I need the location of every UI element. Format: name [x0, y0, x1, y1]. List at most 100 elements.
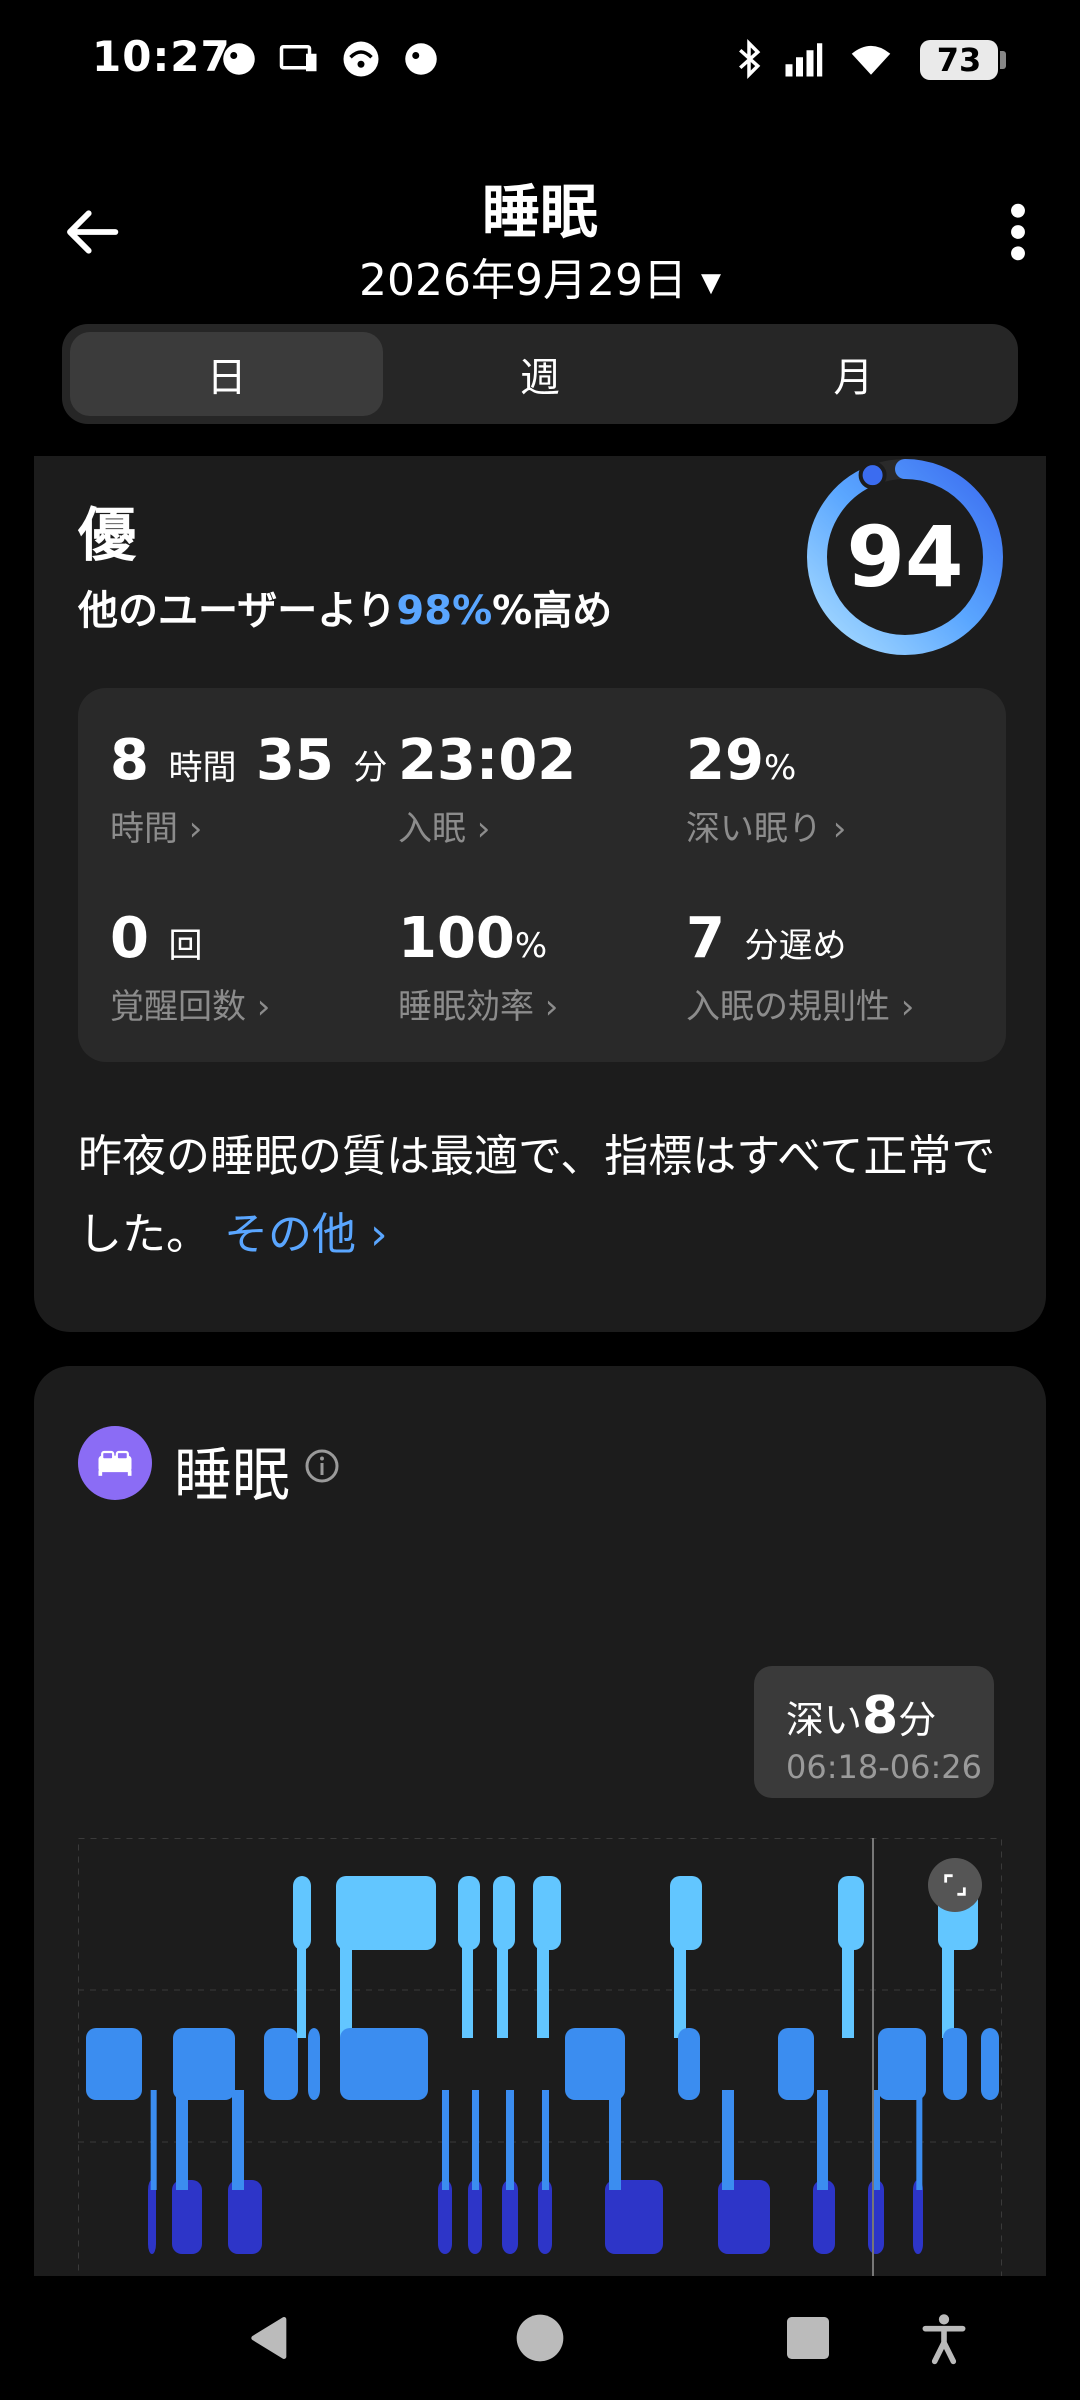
- tooltip-stage-label: 深い: [786, 1698, 863, 1742]
- stage-segment: [438, 2180, 452, 2254]
- tab-day[interactable]: 日: [70, 332, 384, 416]
- comparison-percent: 98%: [396, 588, 493, 634]
- stage-segment: [678, 2028, 700, 2100]
- stat-bedtime[interactable]: 23:02 入眠 ›: [398, 728, 576, 850]
- stat-awakenings-label: 覚醒回数 ›: [110, 987, 271, 1027]
- stat-bedtime-value: 23:02: [398, 728, 577, 793]
- sleep-grade: 優: [78, 501, 137, 569]
- stage-segment: [670, 1876, 702, 1950]
- stage-segment: [493, 1876, 515, 1950]
- stat-efficiency[interactable]: 100% 睡眠効率 ›: [398, 906, 558, 1028]
- stat-duration-minutes: 35: [255, 728, 334, 793]
- stage-segment: [533, 1876, 561, 1950]
- stat-deep-sleep-value: 29: [686, 728, 764, 793]
- stage-transition: [442, 2090, 449, 2190]
- date-picker[interactable]: 2026年9月29日 ▼: [0, 244, 1080, 308]
- stat-deep-sleep-label: 深い眠り ›: [686, 809, 847, 849]
- stage-segment: [86, 2028, 142, 2100]
- wifi-notification-icon: [343, 41, 379, 77]
- stage-segment: [264, 2028, 298, 2100]
- app-notification-icon: [223, 43, 255, 75]
- bed-icon: [78, 1426, 152, 1500]
- stage-transition: [842, 1940, 854, 2038]
- stage-transition: [506, 2090, 514, 2190]
- tooltip-unit: 分: [898, 1698, 937, 1742]
- stage-segment: [228, 2180, 262, 2254]
- stage-transition: [176, 2090, 188, 2190]
- stat-duration-minutes-unit: 分: [353, 748, 388, 788]
- stage-segment: [565, 2028, 625, 2100]
- stage-transition: [609, 2090, 621, 2190]
- status-bar: 10:27 73: [0, 0, 1080, 120]
- stat-efficiency-value: 100: [398, 906, 515, 971]
- date-label: 2026年9月29日: [359, 255, 687, 306]
- app-notification-icon-2: [405, 43, 437, 75]
- sleep-hypnogram[interactable]: [78, 1838, 1002, 2278]
- stage-segment: [148, 2180, 156, 2254]
- nav-home-icon[interactable]: [512, 2310, 568, 2366]
- stat-duration[interactable]: 8 時間 35 分 時間 ›: [110, 728, 387, 850]
- stage-segment: [981, 2028, 999, 2100]
- stage-tooltip: 深い8分 06:18-06:26: [754, 1666, 994, 1798]
- score-value: 94: [846, 508, 964, 606]
- stat-awakenings-unit: 回: [168, 926, 203, 966]
- cast-icon: [279, 45, 317, 72]
- period-tabs: 日 週 月: [62, 324, 1018, 424]
- stat-regularity-unit: 分遅め: [744, 926, 847, 966]
- tab-month[interactable]: 月: [697, 332, 1010, 416]
- comparison-text: 他のユーザーより98%%高め: [78, 578, 612, 636]
- tab-week[interactable]: 週: [383, 332, 696, 416]
- stage-segment: [718, 2180, 770, 2254]
- battery-indicator: 73: [920, 40, 1006, 80]
- stage-segment: [308, 2028, 320, 2100]
- stage-transition: [537, 1940, 549, 2038]
- stat-deep-sleep[interactable]: 29% 深い眠り ›: [686, 728, 846, 850]
- signal-icon: [785, 43, 823, 77]
- stage-segment: [868, 2180, 884, 2254]
- stage-segment: [813, 2180, 835, 2254]
- comparison-suffix: %高め: [492, 588, 613, 634]
- stat-duration-hours-unit: 時間: [168, 748, 237, 788]
- more-options-icon[interactable]: [1006, 200, 1030, 264]
- stat-regularity-label: 入眠の規則性 ›: [686, 987, 915, 1027]
- stage-segment: [173, 2028, 235, 2100]
- stat-duration-label: 時間 ›: [110, 809, 203, 849]
- stage-transition: [150, 2090, 157, 2190]
- stage-segment: [878, 2028, 926, 2100]
- stage-transition: [472, 2090, 479, 2190]
- sleep-section-title: 睡眠: [174, 1441, 291, 1509]
- comparison-prefix: 他のユーザーより: [78, 588, 397, 634]
- stage-transition: [674, 1940, 686, 2038]
- stage-segment: [943, 2028, 967, 2100]
- stat-efficiency-unit: %: [514, 926, 548, 966]
- stage-segment: [340, 2028, 428, 2100]
- nav-back-icon[interactable]: [242, 2310, 298, 2366]
- stage-transition: [462, 1940, 473, 2038]
- bluetooth-icon: [739, 39, 761, 79]
- stat-awakenings-value: 0: [110, 906, 149, 971]
- stage-transition: [232, 2090, 244, 2190]
- stage-segment: [458, 1876, 480, 1950]
- caret-down-icon: ▼: [700, 268, 721, 298]
- sleep-summary: 昨夜の睡眠の質は最適で、指標はすべて正常でした。 その他 ›: [78, 1118, 1018, 1274]
- stage-segment: [538, 2180, 552, 2254]
- stat-regularity[interactable]: 7 分遅め 入眠の規則性 ›: [686, 906, 914, 1028]
- stage-segment: [605, 2180, 663, 2254]
- stage-segment: [778, 2028, 814, 2100]
- stat-efficiency-label: 睡眠効率 ›: [398, 987, 559, 1027]
- accessibility-icon[interactable]: [916, 2310, 972, 2366]
- status-time: 10:27: [92, 32, 231, 81]
- expand-icon[interactable]: [928, 1858, 982, 1912]
- tooltip-time-range: 06:18-06:26: [786, 1748, 982, 1786]
- tooltip-minutes: 8: [862, 1686, 899, 1746]
- stat-regularity-value: 7: [686, 906, 725, 971]
- stat-duration-hours: 8: [110, 728, 149, 793]
- stage-segment: [838, 1876, 864, 1950]
- nav-recents-icon[interactable]: [780, 2310, 836, 2366]
- info-icon[interactable]: [304, 1448, 340, 1484]
- stat-awakenings[interactable]: 0 回 覚醒回数 ›: [110, 906, 270, 1028]
- summary-text: 昨夜の睡眠の質は最適で、指標はすべて正常でした。: [78, 1131, 996, 1260]
- stage-segment: [336, 1876, 436, 1950]
- more-link[interactable]: その他 ›: [224, 1209, 388, 1260]
- stage-transition: [722, 2090, 734, 2190]
